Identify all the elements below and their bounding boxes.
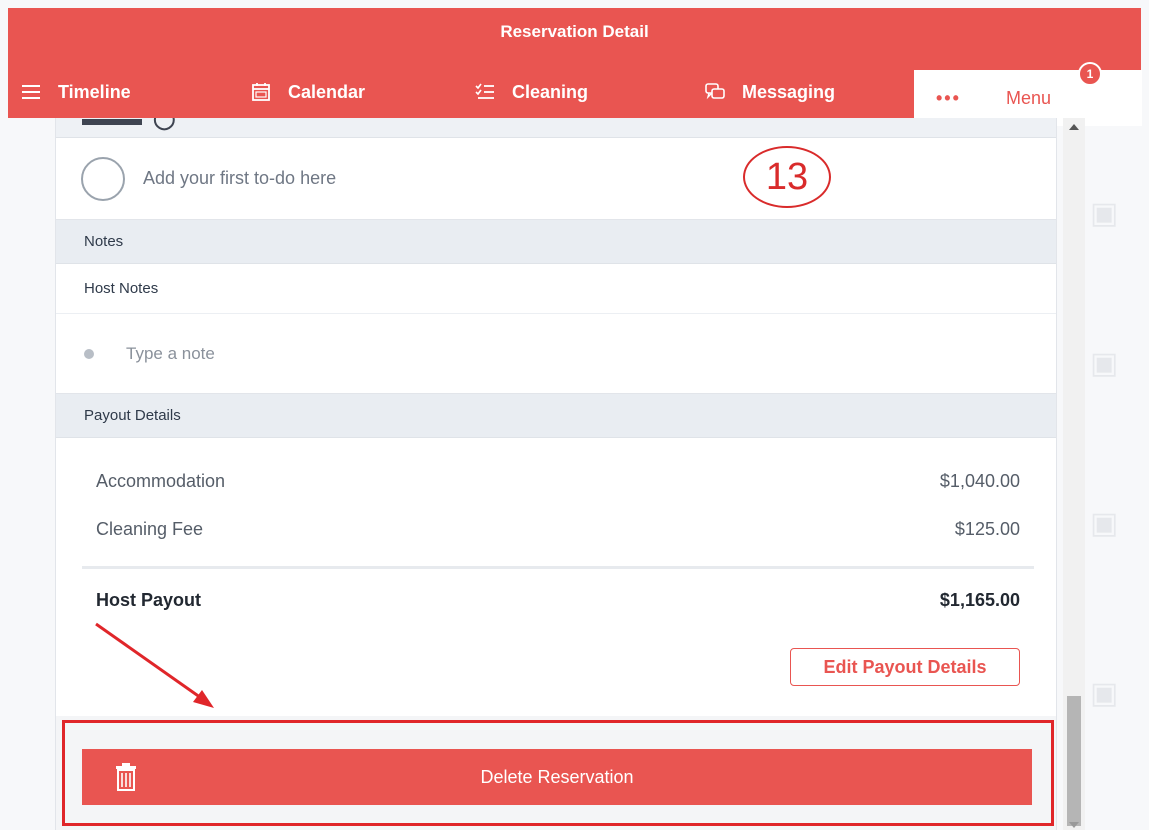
app-window: ▣ ▣ ▣ ▣ Reservation Detail Timeline Cale…: [0, 0, 1149, 830]
calendar-icon: [250, 81, 272, 103]
todo-input[interactable]: Add your first to-do here: [143, 168, 336, 189]
scroll-down-arrow-icon[interactable]: [1069, 822, 1079, 828]
todo-add-row[interactable]: Add your first to-do here: [56, 138, 1056, 220]
tab-messaging[interactable]: Messaging: [704, 66, 835, 118]
todo-header-fragment: ▬▬▬ ◯: [82, 118, 176, 130]
note-input-row[interactable]: Type a note: [56, 314, 1056, 394]
notes-section-header: Notes: [56, 220, 1056, 264]
tab-bar: Timeline Calendar Cleaning Messaging •••…: [8, 66, 1142, 126]
tab-label: Cleaning: [512, 81, 589, 102]
scroll-thumb[interactable]: [1067, 696, 1081, 826]
tab-label: Calendar: [288, 81, 366, 102]
chat-icon: [704, 81, 726, 103]
note-input[interactable]: Type a note: [126, 344, 215, 364]
checklist-icon: [474, 81, 496, 103]
payout-row-accommodation: Accommodation $1,040.00: [96, 471, 1020, 492]
trash-icon: [110, 761, 142, 793]
tab-label: Messaging: [742, 81, 836, 102]
tab-cleaning[interactable]: Cleaning: [474, 66, 588, 118]
payout-label: Cleaning Fee: [96, 519, 204, 539]
page-title: Reservation Detail: [500, 22, 649, 41]
payout-value: $1,040.00: [939, 471, 1020, 491]
bullet-icon: [84, 348, 94, 359]
payout-section-header: Payout Details: [56, 394, 1056, 438]
list-icon: [20, 81, 42, 103]
background-icon: ▣: [1090, 677, 1119, 710]
app-header: Reservation Detail Timeline Calendar Cle…: [8, 8, 1142, 126]
host-payout-label: Host Payout: [96, 590, 202, 610]
delete-reservation-label: Delete Reservation: [480, 766, 634, 787]
tab-label: Timeline: [58, 81, 131, 102]
background-icon: ▣: [1090, 347, 1119, 380]
scrollbar[interactable]: [1063, 118, 1085, 830]
payout-row-cleaning-fee: Cleaning Fee $125.00: [96, 519, 1020, 540]
step-annotation: 13: [743, 146, 831, 208]
todo-section-header: ▬▬▬ ◯: [56, 118, 1056, 138]
menu-label: Menu: [1006, 87, 1052, 108]
background-icon: ▣: [1090, 507, 1119, 540]
payout-label: Accommodation: [96, 471, 226, 491]
notification-badge: 1: [1078, 62, 1102, 86]
todo-checkbox[interactable]: [81, 156, 125, 201]
tab-timeline[interactable]: Timeline: [20, 66, 131, 118]
host-payout-value: $1,165.00: [939, 590, 1020, 610]
host-notes-label: Host Notes: [56, 264, 1056, 314]
background-icon: ▣: [1090, 197, 1119, 230]
reservation-panel: ▬▬▬ ◯ Add your first to-do here 13 Notes…: [55, 118, 1057, 830]
scroll-up-arrow-icon[interactable]: [1069, 124, 1079, 130]
tab-calendar[interactable]: Calendar: [250, 66, 365, 118]
payout-value: $125.00: [954, 519, 1020, 539]
more-dots-icon: •••: [936, 87, 961, 108]
host-payout-row: Host Payout $1,165.00: [96, 590, 1020, 611]
delete-reservation-button[interactable]: Delete Reservation: [82, 749, 1032, 805]
divider: [82, 566, 1034, 569]
edit-payout-details-button[interactable]: Edit Payout Details: [790, 648, 1020, 686]
